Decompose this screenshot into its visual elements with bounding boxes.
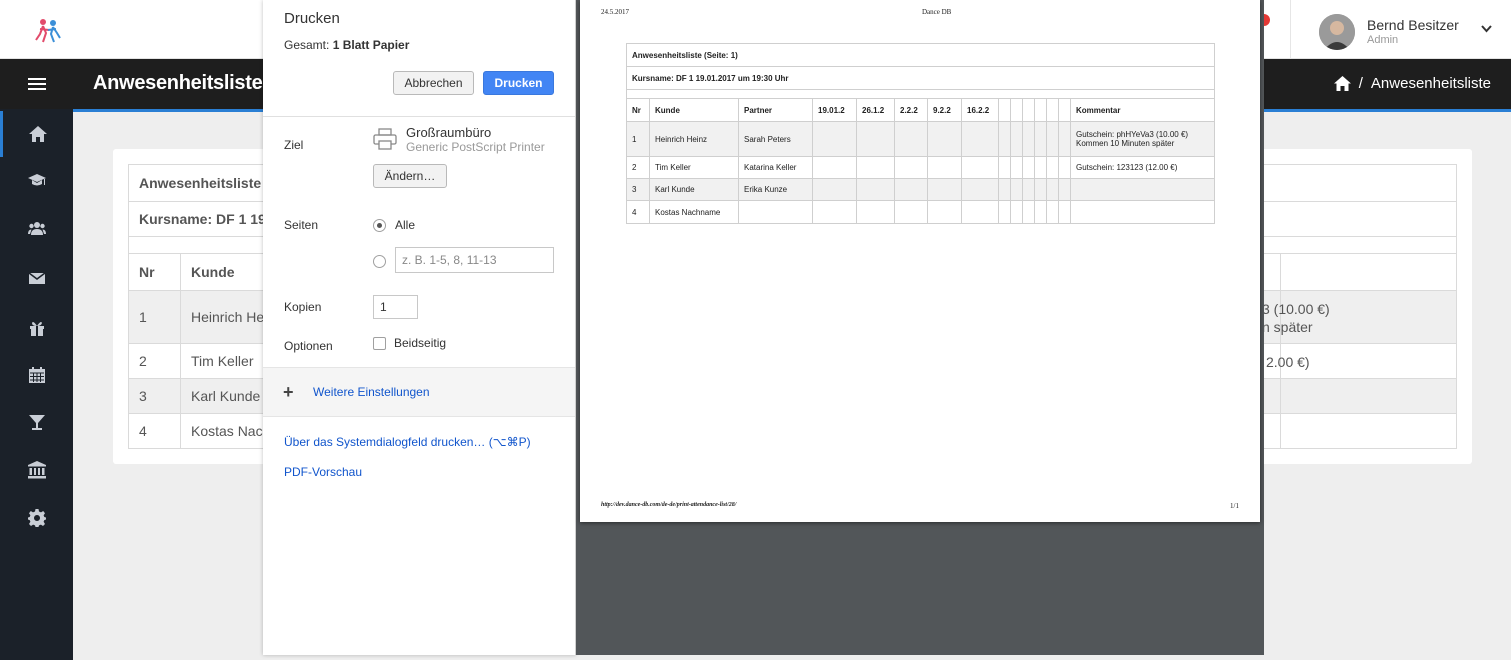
chevron-down-icon[interactable] (1481, 20, 1492, 36)
preview-course-name: Kursname: DF 1 19.01.2017 um 19:30 Uhr (626, 66, 1215, 90)
cancel-button[interactable]: Abbrechen (393, 71, 474, 95)
sidebar-item-courses[interactable] (0, 157, 73, 203)
user-role: Admin (1367, 34, 1399, 46)
table-row: 2 Tim Keller Katarina Keller Gutschein: … (626, 156, 1215, 179)
page-url: http://dev.dance-db.com/de-de/print-atte… (601, 502, 737, 508)
print-button[interactable]: Drucken (483, 71, 554, 95)
preview-table-title: Anwesenheitsliste (Seite: 1) (626, 43, 1215, 67)
page-site-name: Dance DB (922, 8, 952, 16)
comment-text: n später (1262, 319, 1313, 335)
copies-label: Kopien (284, 300, 322, 314)
gift-icon (29, 322, 44, 336)
plus-icon[interactable]: + (283, 383, 294, 401)
printer-description: Generic PostScript Printer (406, 140, 545, 154)
sidebar-item-settings[interactable] (0, 495, 73, 541)
dance-logo-icon[interactable] (34, 18, 62, 44)
comment-text: 2.00 €) (1266, 354, 1310, 370)
gear-icon (27, 509, 46, 527)
options-label: Optionen (284, 339, 333, 353)
sheet-total: Gesamt: 1 Blatt Papier (284, 38, 410, 52)
home-icon[interactable] (1333, 76, 1351, 91)
menu-icon[interactable] (28, 78, 46, 90)
more-settings-link[interactable]: Weitere Einstellungen (313, 385, 430, 399)
envelope-icon (28, 272, 45, 284)
cocktail-icon (28, 415, 45, 430)
page-number: 1/1 (1230, 502, 1239, 510)
divider (263, 116, 575, 117)
sidebar-item-vouchers[interactable] (0, 305, 73, 351)
user-divider (1290, 0, 1291, 59)
graduation-cap-icon (27, 174, 46, 186)
preview-page: 24.5.2017 Dance DB Anwesenheitsliste (Se… (580, 0, 1260, 522)
system-dialog-link[interactable]: Über das Systemdialogfeld drucken… (⌥⌘P) (284, 435, 531, 449)
sidebar-item-customers[interactable] (0, 205, 73, 251)
avatar[interactable] (1319, 14, 1355, 50)
sidebar-item-calendar[interactable] (0, 352, 73, 398)
table-row: 1 Heinrich Heinz Sarah Peters Gutschein:… (626, 121, 1215, 157)
copies-input[interactable] (373, 295, 418, 319)
sidebar-item-home[interactable] (0, 111, 73, 157)
change-printer-button[interactable]: Ändern… (373, 164, 447, 188)
user-name[interactable]: Bernd Besitzer (1367, 17, 1459, 33)
duplex-checkbox[interactable] (373, 337, 386, 350)
pages-custom-radio[interactable] (373, 255, 386, 268)
pdf-preview-link[interactable]: PDF-Vorschau (284, 465, 362, 479)
print-dialog: Drucken Gesamt: 1 Blatt Papier Abbrechen… (263, 0, 576, 655)
header-kommentar (1280, 253, 1457, 291)
spacer-row (626, 89, 1215, 99)
sidebar-item-events[interactable] (0, 399, 73, 445)
dialog-title: Drucken (284, 10, 340, 27)
sidebar-item-messages[interactable] (0, 255, 73, 301)
page-date: 24.5.2017 (601, 8, 629, 16)
pages-all-label[interactable]: Alle (395, 218, 415, 232)
pages-range-input[interactable] (395, 247, 554, 273)
comment-text: 3 (10.00 €) (1262, 301, 1330, 317)
sidebar-item-finance[interactable] (0, 447, 73, 493)
printer-name: Großraumbüro (406, 125, 492, 140)
page-title: Anwesenheitsliste (93, 72, 263, 94)
printer-icon (373, 128, 397, 150)
header-nr: Nr (128, 253, 181, 291)
breadcrumb: / Anwesenheitsliste (1333, 75, 1491, 92)
home-icon (29, 126, 47, 142)
preview-table: Anwesenheitsliste (Seite: 1) Kursname: D… (626, 43, 1215, 224)
users-icon (27, 222, 46, 235)
destination-label: Ziel (284, 138, 304, 152)
breadcrumb-separator: / (1358, 75, 1363, 92)
table-row: 3 Karl Kunde Erika Kunze (626, 178, 1215, 201)
table-row: 4 Kostas Nachname (626, 200, 1215, 224)
breadcrumb-current: Anwesenheitsliste (1370, 75, 1491, 92)
duplex-label[interactable]: Beidseitig (394, 336, 446, 350)
bank-icon (27, 461, 46, 479)
pages-label: Seiten (284, 218, 319, 232)
pages-all-radio[interactable] (373, 219, 386, 232)
calendar-icon (28, 367, 45, 383)
sidebar (0, 109, 73, 660)
